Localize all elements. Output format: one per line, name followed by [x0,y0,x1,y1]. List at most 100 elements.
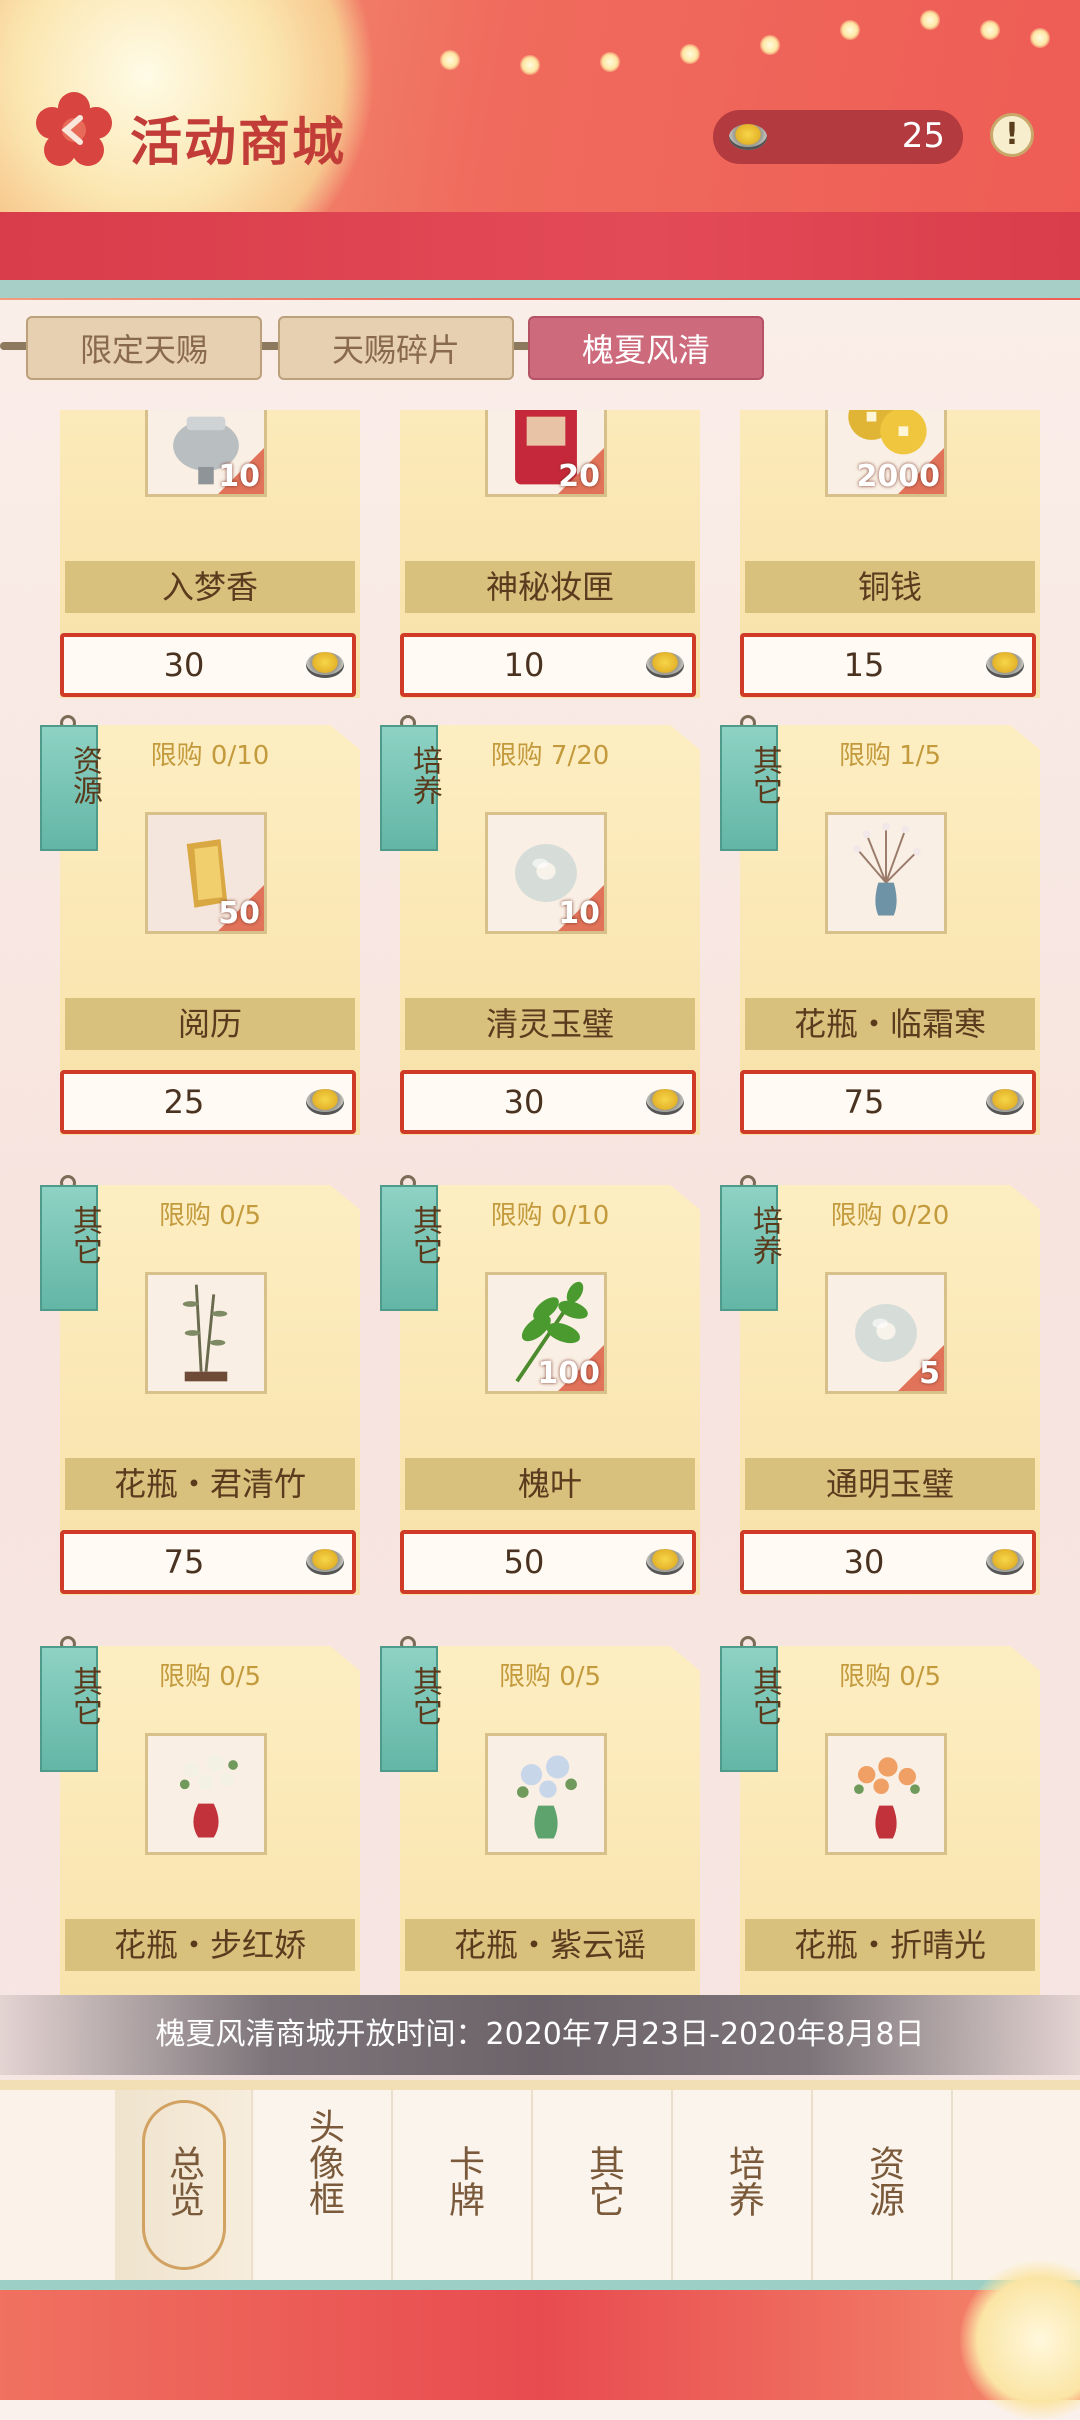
shop-item-card[interactable]: 限购 0/10 100 槐叶 50 其它 [380,1175,700,1595]
category-label: 其它 [407,1666,442,1726]
shop-item-card[interactable]: 限购 0/5 花瓶・紫云谣 其它 [380,1636,700,1995]
shop-item-card[interactable]: 限购 1/5 花瓶・临霜寒 75 其它 [720,715,1040,1135]
category-tag: 其它 [720,715,782,855]
category-label: 其它 [67,1666,102,1726]
buy-button[interactable]: 30 [740,1530,1036,1594]
page-title: 活动商城 [130,112,347,173]
purchase-limit: 限购 0/5 [498,1662,602,1692]
shop-item-card[interactable]: 10 入梦香 30 [60,410,360,698]
tab-limited-gift[interactable]: 限定天赐 [26,316,262,380]
purchase-limit: 限购 0/5 [158,1201,262,1231]
leaf-icon: 100 [485,1272,607,1394]
buy-button[interactable]: 75 [60,1530,356,1594]
vase-bamboo-icon [145,1272,267,1394]
back-button[interactable] [36,92,112,168]
coin-icon [729,124,767,150]
coin-icon [646,652,684,678]
flower-back-icon [36,92,112,166]
item-quantity: 10 [558,896,600,931]
item-price: 30 [843,1543,885,1581]
category-tag: 其它 [380,1636,442,1776]
item-name: 花瓶・紫云谣 [405,1919,695,1971]
currency-amount: 25 [901,116,945,156]
category-tag: 培养 [720,1175,782,1315]
category-tag: 其它 [40,1175,102,1315]
item-name: 神秘妆匣 [405,561,695,613]
footer-decoration [0,2260,1080,2420]
tab-summer-breeze[interactable]: 槐夏风清 [528,316,764,380]
nav-other[interactable]: 其它 [535,2090,673,2280]
tab-gift-fragments[interactable]: 天赐碎片 [278,316,514,380]
shop-tabs: 限定天赐 天赐碎片 槐夏风清 [0,316,1080,382]
shop-open-time-banner: 槐夏风清商城开放时间：2020年7月23日-2020年8月8日 [0,1995,1080,2075]
item-quantity: 5 [919,1356,940,1391]
buy-button[interactable]: 30 [400,1070,696,1134]
purchase-limit: 限购 0/20 [830,1201,950,1231]
currency-display: 25 [713,110,963,164]
shop-item-card[interactable]: 限购 0/5 花瓶・折晴光 其它 [720,1636,1040,1995]
jade-disc-icon: 10 [485,812,607,934]
item-price: 50 [503,1543,545,1581]
category-nav: 总览 头像框 卡牌 其它 培养 资源 [115,2090,965,2280]
gift-box-icon: 20 [485,410,607,497]
item-quantity: 10 [218,459,260,494]
nav-resources[interactable]: 资源 [815,2090,953,2280]
item-price: 10 [503,646,545,684]
purchase-limit: 限购 0/5 [838,1662,942,1692]
purchase-limit: 限购 7/20 [490,741,610,771]
item-quantity: 100 [537,1356,600,1391]
shop-item-card[interactable]: 限购 0/20 5 通明玉璧 30 培养 [720,1175,1040,1595]
category-tag: 其它 [380,1175,442,1315]
vase-green-icon [485,1733,607,1855]
category-label: 其它 [67,1205,102,1265]
item-price: 15 [843,646,885,684]
coin-icon [646,1089,684,1115]
buy-button[interactable]: 75 [740,1070,1036,1134]
category-label: 培养 [407,745,442,805]
category-tag: 培养 [380,715,442,855]
vase-plum-icon [825,812,947,934]
experience-scroll-icon: 50 [145,812,267,934]
buy-button[interactable]: 15 [740,633,1036,697]
category-tag: 资源 [40,715,102,855]
item-quantity: 2000 [856,459,941,494]
buy-button[interactable]: 10 [400,633,696,697]
nav-cultivate[interactable]: 培养 [675,2090,813,2280]
item-name: 花瓶・步红娇 [65,1919,355,1971]
item-quantity: 50 [218,896,260,931]
item-quantity: 20 [558,459,600,494]
purchase-limit: 限购 0/5 [158,1662,262,1692]
item-name: 清灵玉璧 [405,998,695,1050]
nav-avatar-frame[interactable]: 头像框 [255,2090,393,2280]
item-name: 入梦香 [65,561,355,613]
nav-cards[interactable]: 卡牌 [395,2090,533,2280]
category-tag: 其它 [720,1636,782,1776]
item-name: 通明玉璧 [745,1458,1035,1510]
buy-button[interactable]: 50 [400,1530,696,1594]
shop-item-card[interactable]: 限购 0/10 50 阅历 25 资源 [40,715,360,1135]
item-name: 花瓶・君清竹 [65,1458,355,1510]
category-label: 其它 [747,745,782,805]
vase-orange-icon [825,1733,947,1855]
item-name: 花瓶・临霜寒 [745,998,1035,1050]
shop-item-card[interactable]: 限购 7/20 10 清灵玉璧 30 培养 [380,715,700,1135]
purchase-limit: 限购 0/10 [150,741,270,771]
item-name: 阅历 [65,998,355,1050]
shop-item-card[interactable]: 限购 0/5 花瓶・步红娇 其它 [40,1636,360,1995]
coin-icon [986,1089,1024,1115]
item-name: 花瓶・折晴光 [745,1919,1035,1971]
item-price: 30 [503,1083,545,1121]
buy-button[interactable]: 25 [60,1070,356,1134]
copper-coins-icon: 2000 [825,410,947,497]
header: 活动商城 25 ! [0,0,1080,300]
info-button[interactable]: ! [990,113,1034,157]
item-price: 75 [163,1543,205,1581]
nav-overview[interactable]: 总览 [115,2090,253,2280]
shop-item-card[interactable]: 限购 0/5 花瓶・君清竹 75 其它 [40,1175,360,1595]
vase-red-icon [145,1733,267,1855]
coin-icon [306,1549,344,1575]
buy-button[interactable]: 30 [60,633,356,697]
shop-item-card[interactable]: 2000 铜钱 15 [740,410,1040,698]
shop-item-card[interactable]: 20 神秘妆匣 10 [400,410,700,698]
item-price: 30 [163,646,205,684]
